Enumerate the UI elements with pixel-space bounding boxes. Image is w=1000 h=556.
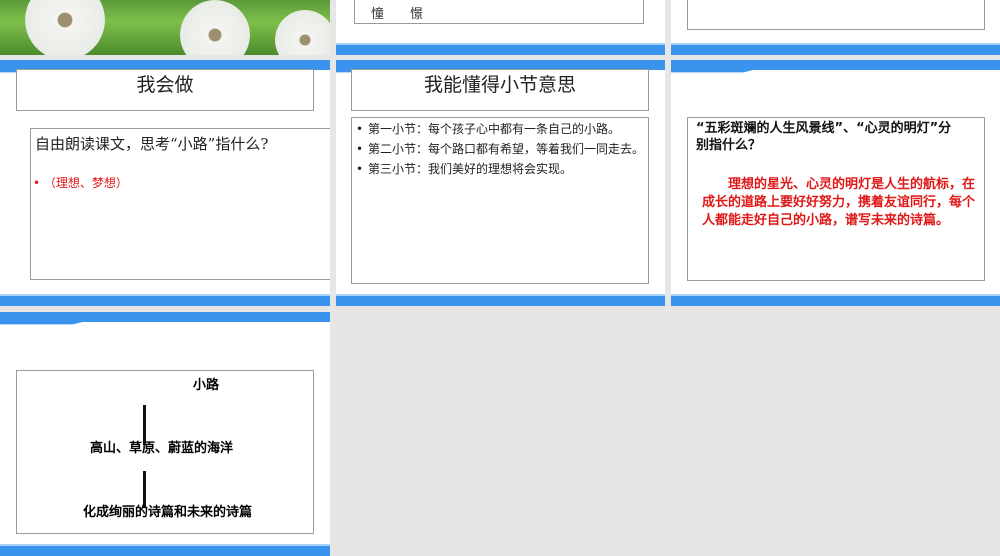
answer-text: 理想的星光、心灵的明灯是人生的航标，在成长的道路上要好好努力，携着友谊同行，每个… bbox=[702, 177, 976, 228]
diagram-box: 小路 高山、草原、蔚蓝的海洋 化成绚丽的诗篇和未来的诗篇 bbox=[16, 370, 314, 534]
diagram-middle-label: 高山、草原、蔚蓝的海洋 bbox=[90, 441, 234, 456]
vocab-box: 憧 憬 bbox=[354, 0, 644, 24]
content-box: “五彩斑斓的人生风景线”、“心灵的明灯”分别指什么？ 理想的星光、心灵的明灯是人… bbox=[687, 117, 985, 281]
slide-thumbnail-blank[interactable] bbox=[671, 0, 1000, 55]
dandelion-image bbox=[275, 10, 330, 55]
dandelion-image bbox=[25, 0, 105, 55]
bullet-item: 第三小节：我们美好的理想将会实现。 bbox=[352, 161, 648, 177]
slide-thumbnail-question[interactable]: “五彩斑斓的人生风景线”、“心灵的明灯”分别指什么？ 理想的星光、心灵的明灯是人… bbox=[671, 60, 1000, 306]
slide-footer-band bbox=[336, 43, 665, 55]
diagram-bottom-label: 化成绚丽的诗篇和未来的诗篇 bbox=[83, 505, 253, 520]
bullet-item: 第二小节：每个路口都有希望，等着我们一同走去。 bbox=[352, 141, 648, 157]
bullet-box: 第一小节：每个孩子心中都有一条自己的小路。 第二小节：每个路口都有希望，等着我们… bbox=[351, 117, 649, 284]
slide-title: 我能懂得小节意思 bbox=[351, 69, 649, 111]
slide-footer-band bbox=[0, 294, 330, 306]
bullet-item: 第一小节：每个孩子心中都有一条自己的小路。 bbox=[352, 121, 648, 137]
slide-title: 我会做 bbox=[16, 69, 314, 111]
slide-thumbnail-wo-hui-zuo[interactable]: 我会做 自由朗读课文，思考“小路”指什么? • （理想、梦想） bbox=[0, 60, 330, 306]
slide-footer-band bbox=[0, 544, 330, 556]
dandelion-image bbox=[180, 0, 250, 55]
slide-footer-band bbox=[671, 294, 1000, 306]
slide-thumbnail-diagram[interactable]: 小路 高山、草原、蔚蓝的海洋 化成绚丽的诗篇和未来的诗篇 bbox=[0, 312, 330, 556]
slide-thumbnail-photo[interactable] bbox=[0, 0, 330, 55]
slide-footer-band bbox=[671, 43, 1000, 55]
slide-footer-band bbox=[336, 294, 665, 306]
diagram-top-label: 小路 bbox=[193, 378, 220, 393]
slide-header-band bbox=[671, 60, 1000, 74]
slide-thumbnail-section-meaning[interactable]: 我能懂得小节意思 第一小节：每个孩子心中都有一条自己的小路。 第二小节：每个路口… bbox=[336, 60, 665, 306]
text-box bbox=[687, 0, 985, 30]
answer-label: （理想、梦想） bbox=[43, 176, 128, 190]
answer-text: • （理想、梦想） bbox=[33, 176, 128, 190]
vocab-text: 憧 憬 bbox=[371, 7, 424, 22]
question-text: “五彩斑斓的人生风景线”、“心灵的明灯”分别指什么？ bbox=[696, 121, 952, 153]
content-box: 自由朗读课文，思考“小路”指什么? • （理想、梦想） bbox=[30, 128, 330, 280]
slide-header-band bbox=[0, 312, 330, 326]
question-text: 自由朗读课文，思考“小路”指什么? bbox=[35, 135, 269, 153]
slide-thumbnail-vocab[interactable]: 憧 憬 bbox=[336, 0, 665, 55]
